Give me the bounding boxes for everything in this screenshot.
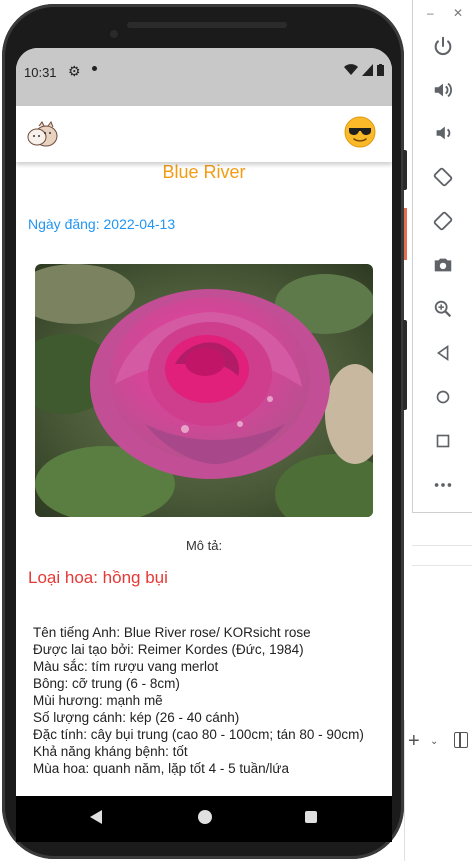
rotate-right-icon[interactable] — [431, 209, 455, 233]
detail-content[interactable]: Blue River Ngày đăng: 2022-04-13 Mô tả: … — [16, 160, 392, 796]
page-title: Blue River — [162, 162, 246, 182]
ide-divider — [412, 565, 472, 566]
power-icon[interactable] — [431, 34, 455, 58]
camera-icon[interactable] — [431, 253, 455, 277]
status-icons — [344, 64, 384, 76]
earpiece — [127, 22, 287, 28]
signal-icon — [362, 64, 373, 76]
phone-side-accent — [404, 208, 407, 260]
more-icon[interactable] — [431, 473, 455, 497]
volume-up-icon[interactable] — [431, 78, 455, 102]
nav-recents-icon[interactable] — [305, 811, 317, 823]
back-icon[interactable] — [431, 341, 455, 365]
chevron-down-icon[interactable]: ⌄ — [430, 736, 438, 747]
notification-dot-icon — [92, 66, 97, 71]
detail-line: Mùa hoa: quanh năm, lặp tốt 4 - 5 tuần/l… — [33, 761, 289, 776]
detail-line: Bông: cỡ trung (6 - 8cm) — [33, 676, 180, 691]
status-time: 10:31 — [24, 65, 57, 80]
rose-photo — [35, 264, 373, 517]
status-bar: 10:31 ⚙ — [16, 48, 392, 106]
system-nav-bar — [16, 796, 392, 842]
front-camera — [107, 27, 121, 41]
zoom-icon[interactable] — [431, 297, 455, 321]
overview-icon[interactable] — [431, 429, 455, 453]
emulator-window-controls: – ✕ — [413, 6, 472, 20]
nav-home-icon[interactable] — [198, 810, 212, 824]
detail-line: Khả năng kháng bệnh: tốt — [33, 744, 188, 759]
detail-line: Màu sắc: tím rượu vang merlot — [33, 659, 219, 674]
post-date: Ngày đăng: 2022-04-13 — [28, 216, 176, 232]
detail-line: Số lượng cánh: kép (26 - 40 cánh) — [33, 710, 240, 725]
phone-volume-rocker — [403, 320, 407, 410]
wifi-icon — [344, 64, 358, 75]
sunglasses-emoji-icon[interactable] — [344, 116, 376, 148]
rotate-left-icon[interactable] — [431, 165, 455, 189]
detail-line: Được lai tạo bởi: Reimer Kordes (Đức, 19… — [33, 642, 304, 657]
settings-icon: ⚙ — [68, 63, 81, 79]
emulator-toolbar: – ✕ — [412, 0, 472, 513]
detail-line: Mùi hương: mạnh mẽ — [33, 693, 163, 708]
phone-screen: 10:31 ⚙ Blue River Ngày đăng: 2022-04-13 — [16, 48, 392, 796]
flower-type: Loại hoa: hồng bụi — [28, 568, 168, 587]
detail-line: Đặc tính: cây bụi trung (cao 80 - 100cm;… — [33, 727, 364, 742]
battery-icon — [377, 64, 384, 76]
add-tab-icon[interactable]: + — [408, 730, 420, 753]
app-bar — [16, 106, 392, 162]
ide-divider — [412, 545, 472, 546]
home-icon[interactable] — [431, 385, 455, 409]
minimize-icon[interactable]: – — [427, 6, 434, 20]
close-icon[interactable]: ✕ — [453, 6, 463, 20]
phone-side-button — [403, 150, 407, 190]
flower-details: Tên tiếng Anh: Blue River rose/ KORsicht… — [33, 624, 373, 777]
mascot-cat-icon[interactable] — [26, 120, 58, 148]
nav-back-icon[interactable] — [90, 810, 102, 824]
split-view-icon[interactable] — [454, 732, 468, 748]
detail-line: Tên tiếng Anh: Blue River rose/ KORsicht… — [33, 625, 311, 640]
volume-down-icon[interactable] — [431, 121, 455, 145]
description-label: Mô tả: — [185, 538, 223, 553]
